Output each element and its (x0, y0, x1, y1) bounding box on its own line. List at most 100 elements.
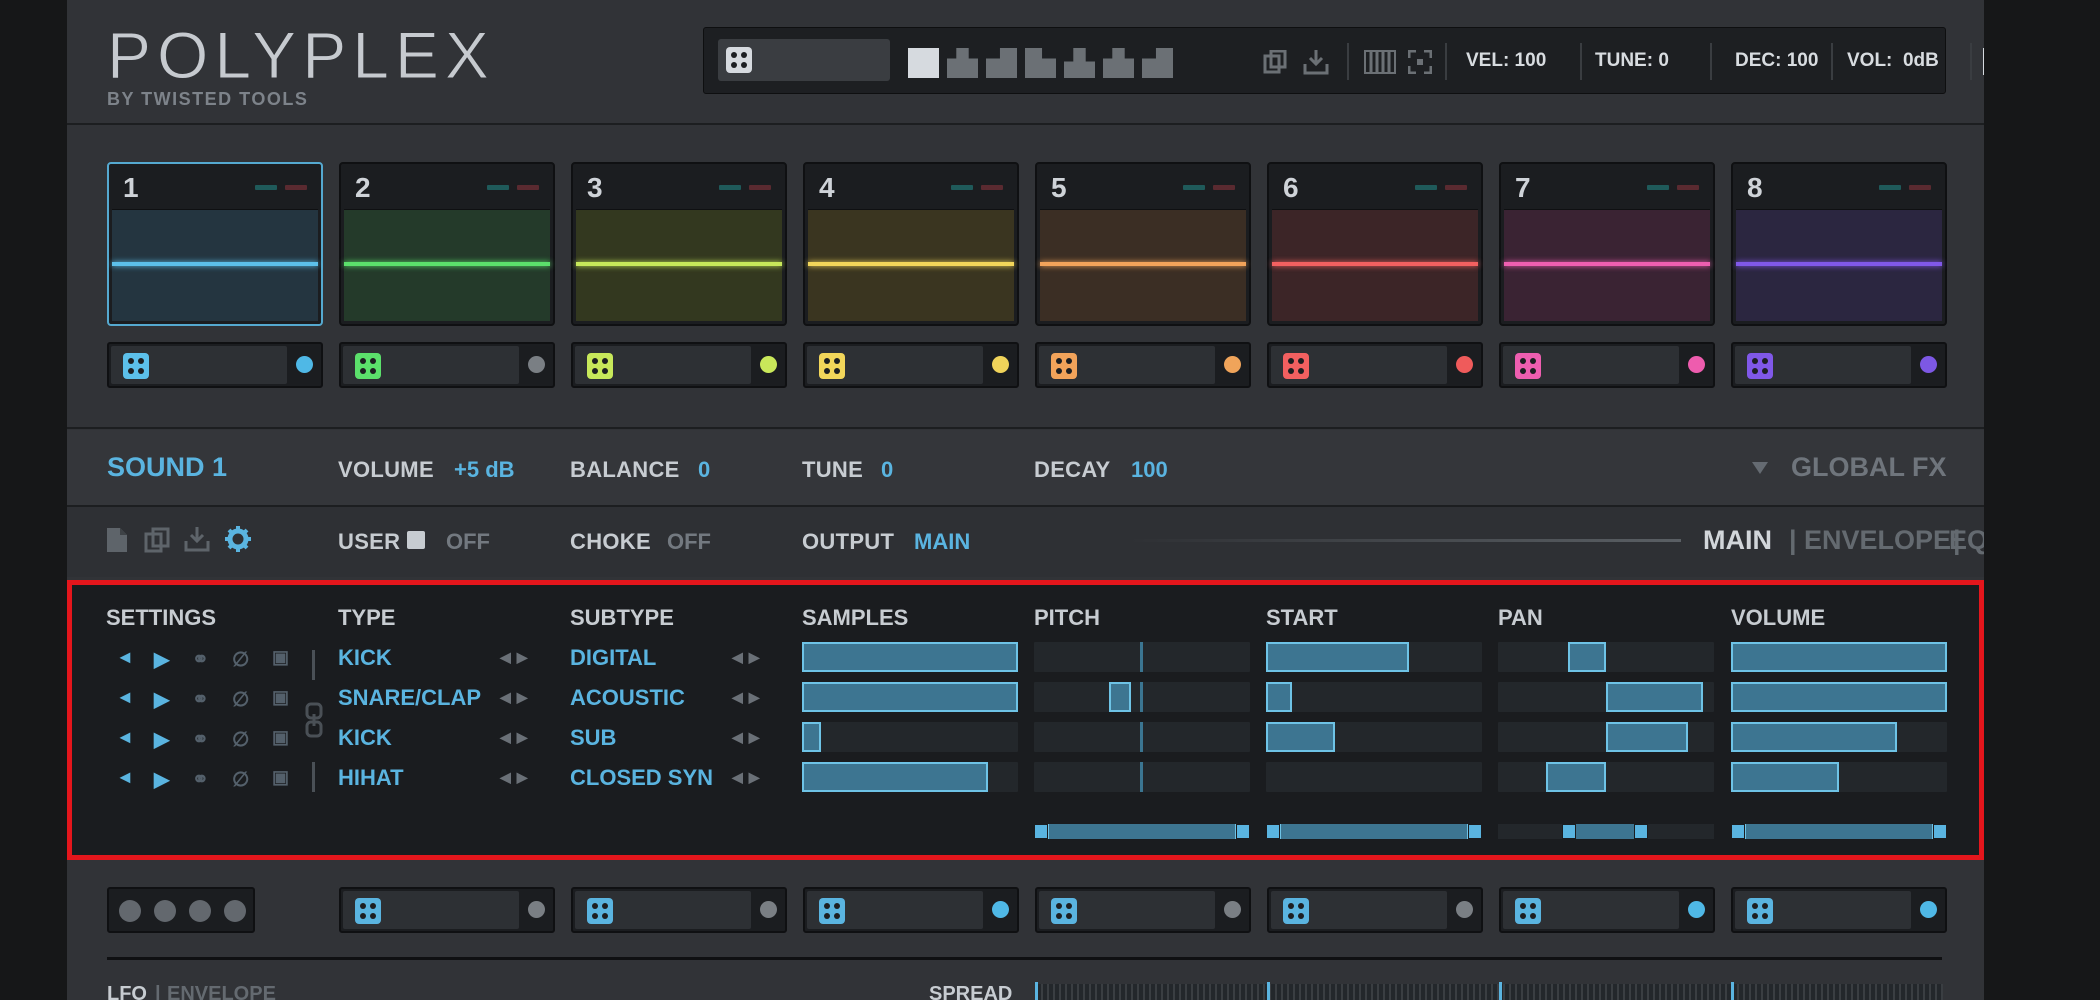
pad-5[interactable]: 5 (1035, 162, 1251, 326)
tab-envelope[interactable]: ENVELOPE (1804, 525, 1951, 556)
output-value[interactable]: MAIN (914, 529, 970, 555)
volume-readout[interactable]: VOL: 0dB (1847, 50, 1939, 72)
expand-icon[interactable] (1408, 50, 1432, 74)
type-arrows[interactable]: ◀▶ (500, 689, 534, 706)
dice-icon[interactable] (1747, 898, 1773, 924)
sample-field[interactable] (1271, 891, 1447, 929)
loop-icon[interactable]: ⚭ (192, 647, 209, 672)
pan-slider[interactable] (1498, 642, 1714, 672)
dice-icon[interactable] (355, 898, 381, 924)
pad-4[interactable]: 4 (803, 162, 1019, 326)
sample-field[interactable] (1039, 891, 1215, 929)
dice-icon[interactable] (1283, 898, 1309, 924)
pan-slider[interactable] (1498, 762, 1714, 792)
play-icon[interactable]: ▶ (154, 727, 169, 752)
play-icon[interactable]: ▶ (154, 767, 169, 792)
pattern-step-icon[interactable] (1142, 48, 1173, 78)
subtype-arrows[interactable]: ◀▶ (732, 729, 766, 746)
start-slider[interactable] (1266, 722, 1482, 752)
dice-icon[interactable] (587, 353, 613, 379)
phase-icon[interactable]: ∅ (232, 687, 249, 712)
pattern-step-icon[interactable] (1064, 48, 1095, 78)
speaker-icon[interactable]: ◄ (116, 767, 134, 788)
samples-slider[interactable] (802, 762, 1018, 792)
sample-field[interactable] (343, 891, 519, 929)
copy-icon[interactable] (144, 527, 170, 553)
pitch-slider[interactable] (1034, 682, 1250, 712)
pitch-slider[interactable] (1034, 642, 1250, 672)
layer-subtype[interactable]: ACOUSTIC (570, 685, 685, 711)
speaker-icon[interactable]: ◄ (116, 687, 134, 708)
tune-readout[interactable]: TUNE: 0 (1581, 50, 1669, 72)
volume-slider[interactable] (1731, 642, 1947, 672)
solo-indicator[interactable] (517, 185, 539, 190)
sample-field[interactable] (575, 891, 751, 929)
pitch-range-slider[interactable] (1034, 824, 1250, 839)
pad-sample-selector[interactable] (107, 342, 323, 388)
start-slider[interactable] (1266, 762, 1482, 792)
volume-range-slider[interactable] (1731, 824, 1947, 839)
solo-indicator[interactable] (1677, 185, 1699, 190)
samples-slider[interactable] (802, 642, 1018, 672)
pad-1[interactable]: 1 (107, 162, 323, 326)
loop-icon[interactable]: ⚭ (192, 687, 209, 712)
speaker-icon[interactable]: ◄ (116, 727, 134, 748)
subtype-arrows[interactable]: ◀▶ (732, 689, 766, 706)
save-icon[interactable] (184, 525, 210, 553)
layer-sample-selector[interactable] (1499, 887, 1715, 933)
keyboard-icon[interactable] (1364, 50, 1396, 74)
phase-icon[interactable]: ∅ (232, 727, 249, 752)
layer-subtype[interactable]: SUB (570, 725, 616, 751)
type-arrows[interactable]: ◀▶ (500, 649, 534, 666)
velocity-readout[interactable]: VEL: 100 (1466, 50, 1546, 72)
pad-8[interactable]: 8 (1731, 162, 1947, 326)
pad-sample-selector[interactable] (339, 342, 555, 388)
user-value[interactable]: OFF (446, 529, 490, 555)
pad-3[interactable]: 3 (571, 162, 787, 326)
lock-icon[interactable]: ▣ (272, 767, 289, 788)
sample-field[interactable] (807, 346, 983, 384)
volume-value[interactable]: +5 dB (454, 457, 515, 483)
subtype-arrows[interactable]: ◀▶ (732, 769, 766, 786)
spread-meter[interactable] (1035, 984, 1943, 1000)
play-icon[interactable]: ▶ (154, 647, 169, 672)
sample-field[interactable] (1503, 346, 1679, 384)
subtype-arrows[interactable]: ◀▶ (732, 649, 766, 666)
phase-icon[interactable]: ∅ (232, 647, 249, 672)
chevron-down-icon[interactable] (1752, 462, 1768, 474)
layer-type[interactable]: KICK (338, 725, 392, 751)
dice-icon[interactable] (726, 47, 752, 73)
dice-icon[interactable] (355, 353, 381, 379)
layer-sample-selector[interactable] (1731, 887, 1947, 933)
link-icon[interactable] (305, 702, 323, 738)
mute-indicator[interactable] (951, 185, 973, 190)
mute-indicator[interactable] (1647, 185, 1669, 190)
pad-7[interactable]: 7 (1499, 162, 1715, 326)
copy-icon[interactable] (1263, 50, 1287, 74)
dice-icon[interactable] (1515, 898, 1541, 924)
layer-type[interactable]: KICK (338, 645, 392, 671)
solo-indicator[interactable] (285, 185, 307, 190)
type-arrows[interactable]: ◀▶ (500, 729, 534, 746)
decay-readout[interactable]: DEC: 100 (1735, 50, 1818, 72)
lfo-tab[interactable]: LFO (107, 983, 147, 1000)
dice-icon[interactable] (123, 353, 149, 379)
speaker-icon[interactable]: ◄ (116, 647, 134, 668)
graph-icon[interactable] (1982, 46, 1984, 76)
dice-icon[interactable] (1051, 353, 1077, 379)
gear-icon[interactable] (225, 526, 251, 552)
pad-sample-selector[interactable] (571, 342, 787, 388)
loop-icon[interactable]: ⚭ (192, 767, 209, 792)
layer-subtype[interactable]: DIGITAL (570, 645, 656, 671)
dice-icon[interactable] (819, 353, 845, 379)
sample-field[interactable] (1735, 891, 1911, 929)
pattern-step-icon[interactable] (986, 48, 1017, 78)
pad-sample-selector[interactable] (1035, 342, 1251, 388)
choke-value[interactable]: OFF (667, 529, 711, 555)
dice-icon[interactable] (1515, 353, 1541, 379)
solo-indicator[interactable] (981, 185, 1003, 190)
sample-field[interactable] (1735, 346, 1911, 384)
mute-indicator[interactable] (719, 185, 741, 190)
pan-slider[interactable] (1498, 722, 1714, 752)
mute-indicator[interactable] (487, 185, 509, 190)
